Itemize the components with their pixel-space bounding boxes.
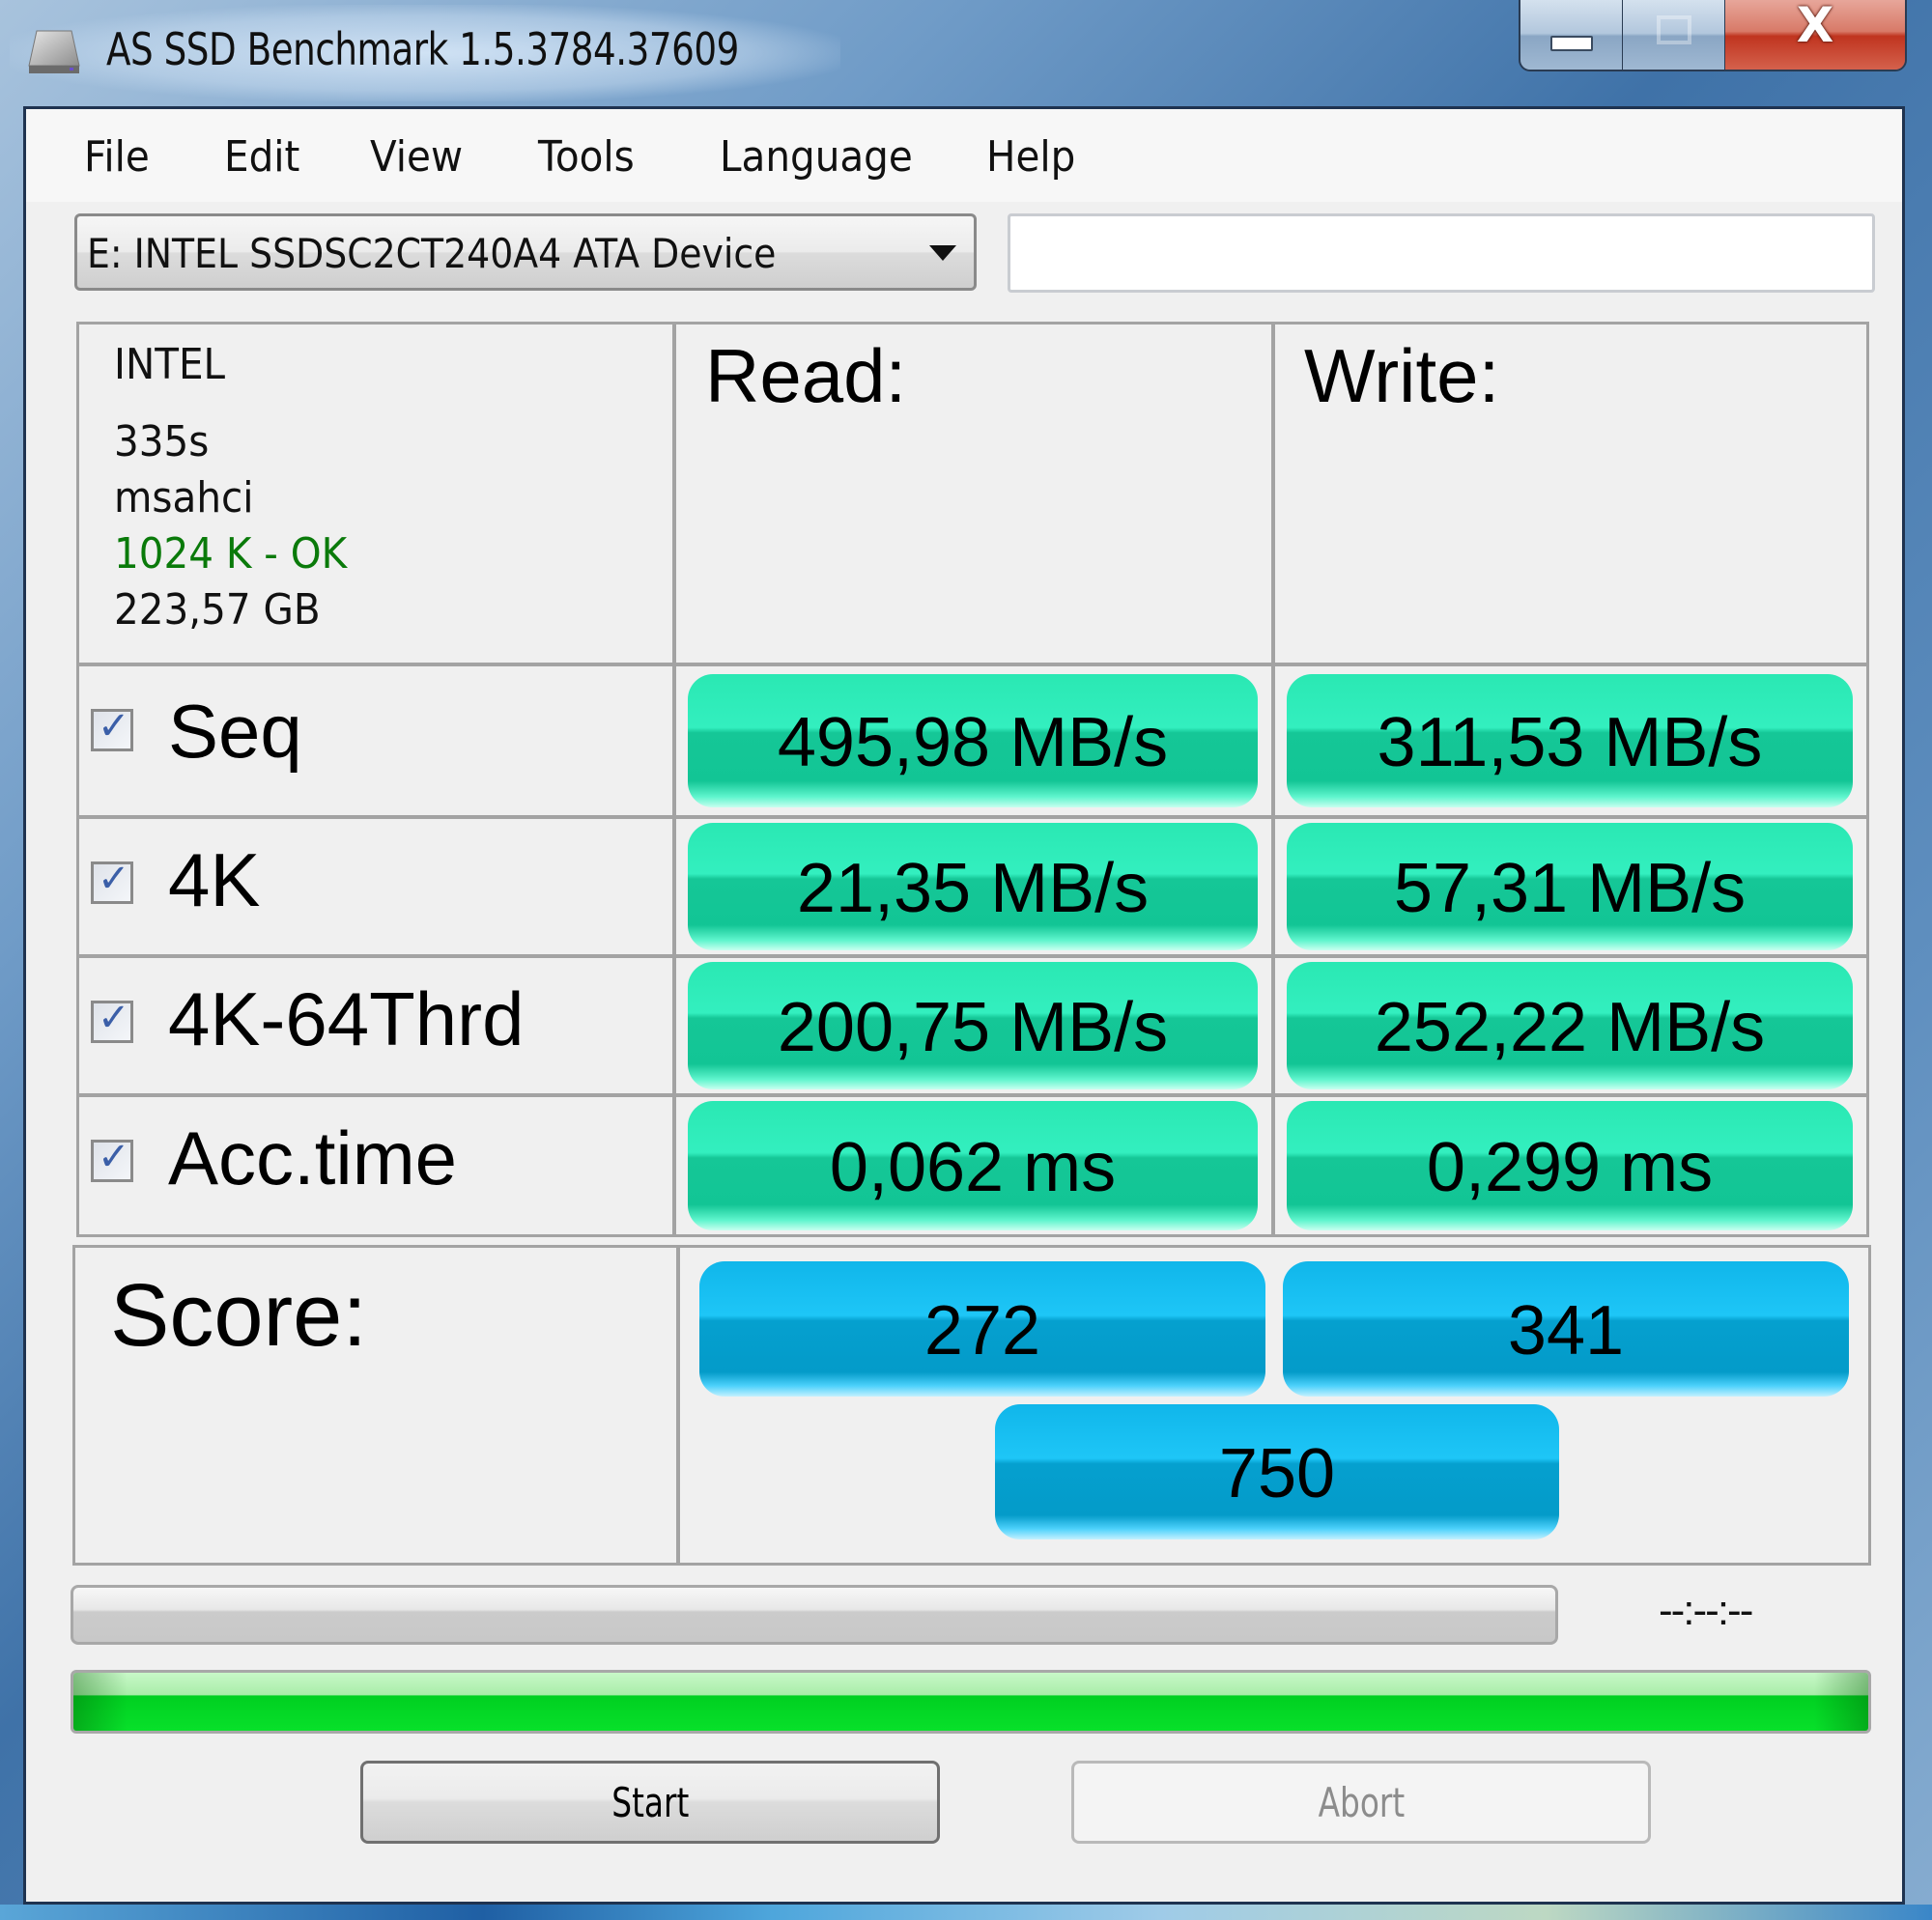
maximize-button[interactable] <box>1623 0 1725 70</box>
write-header-cell: Write: <box>1272 322 1869 665</box>
total-score: 750 <box>995 1404 1559 1539</box>
minimize-icon <box>1549 36 1593 51</box>
drive-alignment-status: 1024 K - OK <box>114 529 348 579</box>
seq-read-result: 495,98 MB/s <box>688 674 1258 807</box>
read-header-cell: Read: <box>673 322 1274 665</box>
write-header: Write: <box>1304 333 1500 418</box>
test-label: 4K <box>168 837 261 922</box>
drive-icon <box>28 30 80 73</box>
overall-progress-bar <box>71 1670 1871 1734</box>
test-label: Seq <box>168 689 302 774</box>
path-field[interactable] <box>1008 213 1875 293</box>
caption-buttons: X <box>1519 0 1907 71</box>
title-bar[interactable]: AS SSD Benchmark 1.5.3784.37609 X <box>0 0 1932 106</box>
4k-read-result: 21,35 MB/s <box>688 823 1258 950</box>
read-header: Read: <box>705 333 907 418</box>
score-panel: 272 341 750 <box>677 1245 1871 1566</box>
maximize-icon <box>1656 15 1691 44</box>
check-icon: ✓ <box>98 857 130 901</box>
test-label: 4K-64Thrd <box>168 976 525 1061</box>
score-label-cell: Score: <box>72 1245 679 1566</box>
drive-firmware: 335s <box>114 417 210 466</box>
app-window: AS SSD Benchmark 1.5.3784.37609 X File E… <box>0 0 1932 1920</box>
drive-capacity: 223,57 GB <box>114 585 321 635</box>
taskbar-strip <box>0 1905 1932 1920</box>
menu-language[interactable]: Language <box>720 132 913 182</box>
4k-64thrd-read-result: 200,75 MB/s <box>688 962 1258 1089</box>
check-icon: ✓ <box>98 1135 130 1179</box>
drive-driver: msahci <box>114 473 254 522</box>
abort-button[interactable]: Abort <box>1071 1761 1651 1844</box>
check-icon: ✓ <box>98 996 130 1040</box>
drive-vendor: INTEL <box>114 340 226 389</box>
4k-64thrd-write-result: 252,22 MB/s <box>1287 962 1853 1089</box>
overall-progress-fill <box>73 1673 1868 1731</box>
menu-help[interactable]: Help <box>986 132 1075 182</box>
seq-write-result: 311,53 MB/s <box>1287 674 1853 807</box>
4k-64thrd-checkbox[interactable]: ✓ <box>91 996 133 1043</box>
write-score: 341 <box>1283 1261 1849 1397</box>
menu-tools[interactable]: Tools <box>538 132 635 182</box>
close-button[interactable]: X <box>1725 0 1905 70</box>
menu-file[interactable]: File <box>84 132 150 182</box>
acc-time-write-result: 0,299 ms <box>1287 1101 1853 1230</box>
drive-info-panel: INTEL 335s msahci 1024 K - OK 223,57 GB <box>76 322 675 665</box>
score-label: Score: <box>110 1266 367 1365</box>
4k-write-result: 57,31 MB/s <box>1287 823 1853 950</box>
close-icon: X <box>1796 0 1834 53</box>
window-title: AS SSD Benchmark 1.5.3784.37609 <box>106 23 739 75</box>
acc-time-checkbox[interactable]: ✓ <box>91 1135 133 1182</box>
drive-select-value: E: INTEL SSDSC2CT240A4 ATA Device <box>87 230 777 277</box>
read-score: 272 <box>699 1261 1265 1397</box>
4k-checkbox[interactable]: ✓ <box>91 857 133 904</box>
acc-time-read-result: 0,062 ms <box>688 1101 1258 1230</box>
menu-bar: File Edit View Tools Language Help <box>26 109 1902 202</box>
menu-view[interactable]: View <box>370 132 463 182</box>
menu-edit[interactable]: Edit <box>224 132 299 182</box>
chevron-down-icon[interactable] <box>929 245 956 261</box>
test-label: Acc.time <box>168 1115 458 1200</box>
start-button[interactable]: Start <box>360 1761 940 1844</box>
elapsed-timer: --:--:-- <box>1659 1587 1753 1634</box>
seq-checkbox[interactable]: ✓ <box>91 704 133 751</box>
check-icon: ✓ <box>98 704 130 748</box>
client-area: File Edit View Tools Language Help E: IN… <box>23 106 1905 1905</box>
test-progress-bar <box>71 1585 1558 1645</box>
minimize-button[interactable] <box>1520 0 1623 70</box>
drive-select[interactable]: E: INTEL SSDSC2CT240A4 ATA Device <box>74 213 977 291</box>
